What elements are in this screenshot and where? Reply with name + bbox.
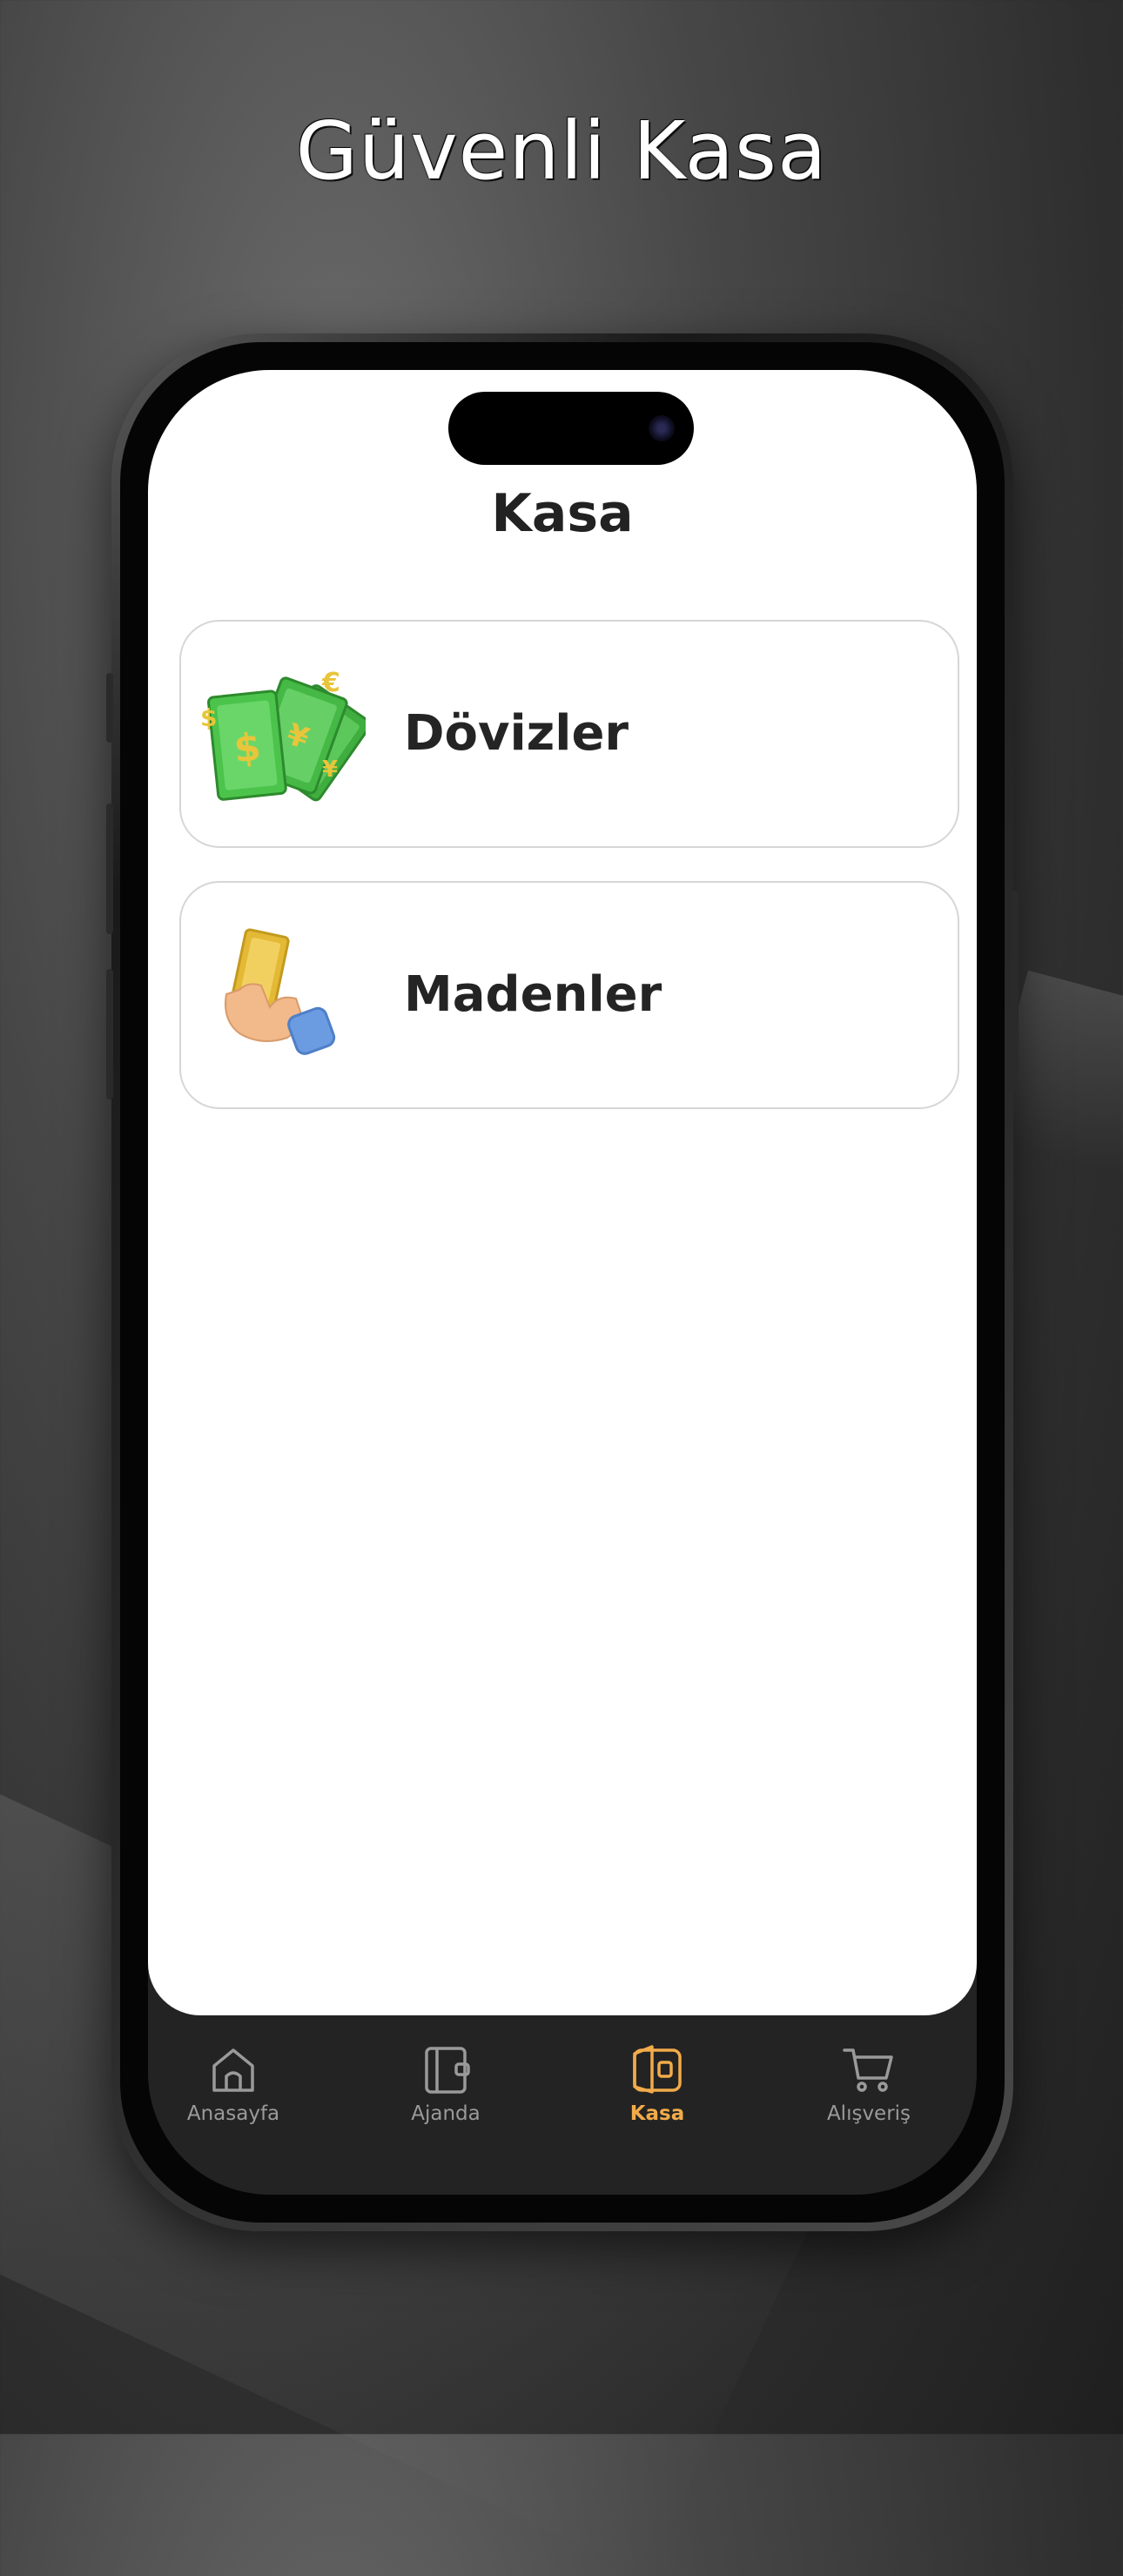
- phone-volume-down-button: [106, 969, 113, 1100]
- tab-home-label: Anasayfa: [186, 2102, 280, 2125]
- front-camera: [649, 415, 675, 441]
- page-title: Kasa: [491, 483, 634, 544]
- wallet-icon: [425, 2047, 470, 2094]
- svg-text:$: $: [200, 703, 217, 732]
- svg-text:¥: ¥: [322, 757, 338, 783]
- gold-bar-hand-icon: [200, 925, 366, 1073]
- safe-icon: [633, 2045, 682, 2094]
- svg-text:€: €: [321, 668, 340, 698]
- promo-title: Güvenli Kasa: [295, 104, 828, 198]
- tab-shopping-label: Alışveriş: [826, 2102, 911, 2125]
- svg-text:$: $: [232, 725, 263, 772]
- phone-screen: Kasa ¥ $ € $ ¥ Dövizler Madenler Anasayf…: [148, 370, 977, 2195]
- tab-agenda[interactable]: Ajanda: [350, 2041, 541, 2125]
- home-icon: [212, 2048, 254, 2092]
- metals-card[interactable]: Madenler: [179, 881, 959, 1109]
- dynamic-island: [448, 392, 694, 465]
- kasa-screen: Kasa ¥ $ € $ ¥ Dövizler Madenler: [148, 370, 977, 2015]
- tab-shopping[interactable]: Alışveriş: [773, 2041, 965, 2125]
- currencies-card[interactable]: ¥ $ € $ ¥ Dövizler: [179, 620, 959, 848]
- tab-safe[interactable]: Kasa: [562, 2041, 753, 2125]
- phone-bezel: Kasa ¥ $ € $ ¥ Dövizler Madenler Anasayf…: [120, 342, 1005, 2223]
- currencies-label: Dövizler: [404, 705, 629, 762]
- cart-icon: [843, 2048, 893, 2092]
- phone-frame: Kasa ¥ $ € $ ¥ Dövizler Madenler Anasayf…: [106, 333, 1019, 2231]
- tab-agenda-label: Ajanda: [411, 2102, 481, 2125]
- tab-safe-label: Kasa: [629, 2102, 685, 2125]
- tab-bar: Anasayfa Ajanda Kasa Alışveriş: [148, 2015, 977, 2195]
- money-bills-icon: ¥ $ € $ ¥: [200, 663, 372, 811]
- phone-volume-up-button: [106, 804, 113, 934]
- phone-action-button: [106, 673, 113, 743]
- phone-side-button: [1012, 891, 1019, 1091]
- tab-home[interactable]: Anasayfa: [148, 2041, 329, 2125]
- metals-label: Madenler: [404, 966, 662, 1023]
